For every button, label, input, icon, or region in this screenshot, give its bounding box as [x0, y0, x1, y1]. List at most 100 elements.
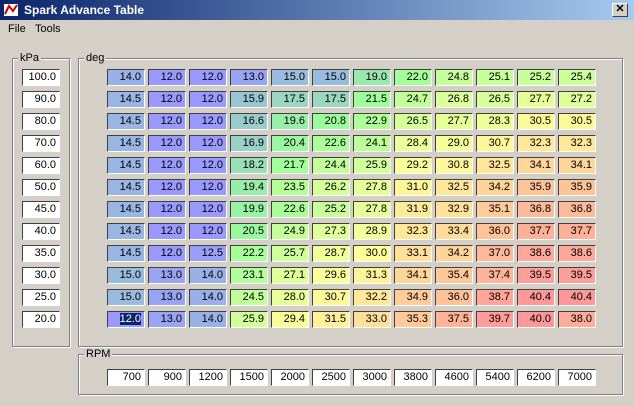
rpm-input[interactable]: 1200	[189, 369, 227, 386]
table-cell[interactable]: 22.6	[312, 135, 350, 152]
kpa-input[interactable]: 20.0	[22, 311, 60, 328]
table-cell[interactable]: 29.4	[271, 311, 309, 328]
table-cell[interactable]: 36.0	[476, 223, 514, 240]
table-cell[interactable]: 16.6	[230, 113, 268, 130]
table-cell[interactable]: 14.5	[107, 201, 145, 218]
table-cell[interactable]: 29.0	[435, 135, 473, 152]
table-cell[interactable]: 17.5	[312, 91, 350, 108]
table-cell[interactable]: 12.0	[189, 135, 227, 152]
table-cell[interactable]: 25.2	[517, 69, 555, 86]
table-cell[interactable]: 25.7	[271, 245, 309, 262]
table-cell[interactable]: 32.9	[435, 201, 473, 218]
table-cell[interactable]: 14.5	[107, 91, 145, 108]
table-cell[interactable]: 32.5	[476, 157, 514, 174]
table-cell[interactable]: 33.1	[394, 245, 432, 262]
rpm-input[interactable]: 7000	[558, 369, 596, 386]
table-cell[interactable]: 38.7	[476, 289, 514, 306]
menu-file[interactable]: File	[8, 23, 26, 35]
table-cell[interactable]: 27.1	[271, 267, 309, 284]
kpa-input[interactable]: 30.0	[22, 267, 60, 284]
table-cell[interactable]: 12.0	[148, 91, 186, 108]
table-cell[interactable]: 14.5	[107, 223, 145, 240]
table-cell[interactable]: 30.5	[517, 113, 555, 130]
table-cell[interactable]: 25.1	[476, 69, 514, 86]
table-cell[interactable]: 12.0	[148, 245, 186, 262]
table-cell[interactable]: 28.3	[476, 113, 514, 130]
table-cell[interactable]: 24.5	[230, 289, 268, 306]
table-cell[interactable]: 19.9	[230, 201, 268, 218]
table-cell[interactable]: 24.4	[312, 157, 350, 174]
rpm-input[interactable]: 900	[148, 369, 186, 386]
rpm-input[interactable]: 2000	[271, 369, 309, 386]
table-cell[interactable]: 33.0	[353, 311, 391, 328]
table-cell[interactable]: 14.0	[189, 289, 227, 306]
table-cell[interactable]: 15.0	[107, 267, 145, 284]
table-cell[interactable]: 20.8	[312, 113, 350, 130]
table-cell[interactable]: 15.0	[271, 69, 309, 86]
table-cell[interactable]: 28.4	[394, 135, 432, 152]
table-cell[interactable]: 13.0	[148, 311, 186, 328]
table-cell[interactable]: 34.1	[394, 267, 432, 284]
table-cell[interactable]: 24.7	[394, 91, 432, 108]
table-cell[interactable]: 37.4	[476, 267, 514, 284]
table-cell[interactable]: 25.2	[312, 201, 350, 218]
rpm-input[interactable]: 5400	[476, 369, 514, 386]
table-cell[interactable]: 35.9	[558, 179, 596, 196]
rpm-input[interactable]: 2500	[312, 369, 350, 386]
table-cell[interactable]: 32.5	[435, 179, 473, 196]
table-cell[interactable]: 27.2	[558, 91, 596, 108]
table-cell[interactable]: 12.0	[148, 179, 186, 196]
table-cell[interactable]: 14.5	[107, 179, 145, 196]
table-cell[interactable]: 30.0	[353, 245, 391, 262]
table-cell[interactable]: 39.5	[517, 267, 555, 284]
table-cell[interactable]: 15.0	[312, 69, 350, 86]
table-cell[interactable]: 12.0	[107, 311, 145, 328]
table-cell[interactable]: 38.6	[517, 245, 555, 262]
close-button[interactable]: ✕	[612, 3, 628, 17]
table-cell[interactable]: 12.0	[148, 135, 186, 152]
table-cell[interactable]: 34.1	[517, 157, 555, 174]
table-cell[interactable]: 14.5	[107, 245, 145, 262]
table-cell[interactable]: 14.0	[189, 267, 227, 284]
table-cell[interactable]: 22.6	[271, 201, 309, 218]
table-cell[interactable]: 29.2	[394, 157, 432, 174]
table-cell[interactable]: 26.2	[312, 179, 350, 196]
table-cell[interactable]: 30.7	[312, 289, 350, 306]
table-cell[interactable]: 21.7	[271, 157, 309, 174]
rpm-input[interactable]: 4600	[435, 369, 473, 386]
rpm-input[interactable]: 3800	[394, 369, 432, 386]
table-cell[interactable]: 12.0	[189, 113, 227, 130]
table-cell[interactable]: 36.0	[435, 289, 473, 306]
table-cell[interactable]: 13.0	[148, 267, 186, 284]
kpa-input[interactable]: 50.0	[22, 179, 60, 196]
table-cell[interactable]: 30.7	[476, 135, 514, 152]
table-cell[interactable]: 27.8	[353, 201, 391, 218]
kpa-input[interactable]: 35.0	[22, 245, 60, 262]
table-cell[interactable]: 23.5	[271, 179, 309, 196]
table-cell[interactable]: 22.0	[394, 69, 432, 86]
table-cell[interactable]: 20.4	[271, 135, 309, 152]
table-cell[interactable]: 23.1	[230, 267, 268, 284]
rpm-input[interactable]: 700	[107, 369, 145, 386]
table-cell[interactable]: 12.0	[148, 157, 186, 174]
table-cell[interactable]: 24.8	[435, 69, 473, 86]
table-cell[interactable]: 37.7	[558, 223, 596, 240]
table-cell[interactable]: 31.5	[312, 311, 350, 328]
table-cell[interactable]: 39.5	[558, 267, 596, 284]
table-cell[interactable]: 32.3	[517, 135, 555, 152]
table-cell[interactable]: 38.0	[558, 311, 596, 328]
table-cell[interactable]: 12.0	[189, 69, 227, 86]
table-cell[interactable]: 22.2	[230, 245, 268, 262]
table-cell[interactable]: 35.1	[476, 201, 514, 218]
table-cell[interactable]: 19.4	[230, 179, 268, 196]
table-cell[interactable]: 22.9	[353, 113, 391, 130]
table-cell[interactable]: 19.6	[271, 113, 309, 130]
table-cell[interactable]: 12.0	[189, 179, 227, 196]
kpa-input[interactable]: 80.0	[22, 113, 60, 130]
table-cell[interactable]: 32.2	[353, 289, 391, 306]
table-cell[interactable]: 14.0	[107, 69, 145, 86]
table-cell[interactable]: 36.8	[558, 201, 596, 218]
table-cell[interactable]: 35.4	[435, 267, 473, 284]
table-cell[interactable]: 28.9	[353, 223, 391, 240]
table-cell[interactable]: 27.7	[435, 113, 473, 130]
